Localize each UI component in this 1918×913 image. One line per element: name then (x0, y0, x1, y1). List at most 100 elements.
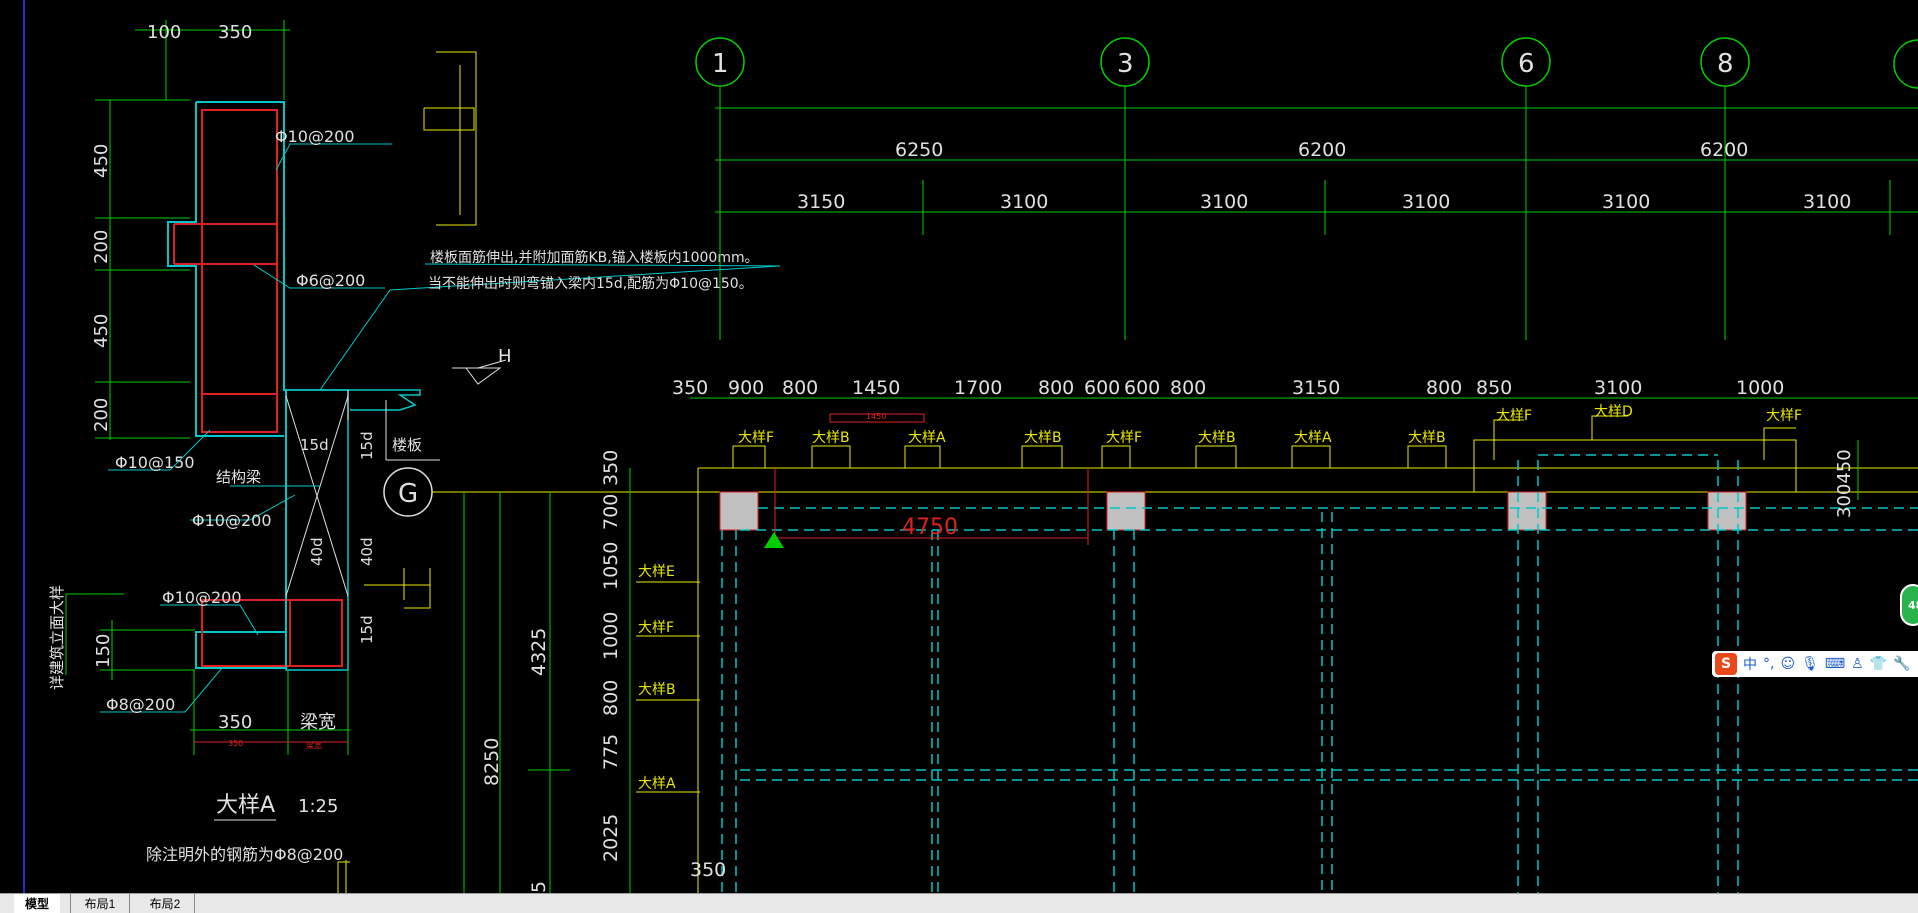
dim-350-bottom: 350 (218, 712, 252, 733)
label-15d-a: 15d (300, 436, 329, 454)
tag-side-4[interactable]: 大样A (638, 776, 676, 792)
axis-bubble-1[interactable]: 1 (695, 37, 745, 87)
tag-top-4[interactable]: 大样B (1024, 430, 1062, 446)
tag-top-11[interactable]: 大样F (1766, 408, 1802, 424)
dim-3100-d: 3100 (1602, 191, 1650, 213)
tab-model[interactable]: 模型 (14, 894, 60, 913)
rebar-label-5: Φ10@200 (162, 588, 242, 607)
tab-layout2[interactable]: 布局2 (136, 894, 195, 913)
svg-text:1: 1 (712, 49, 729, 79)
svg-text:6: 6 (1518, 49, 1535, 79)
vdim-1050: 1050 (600, 542, 622, 590)
vdim-800: 800 (600, 680, 622, 716)
label-40d-a: 40d (308, 537, 326, 566)
rebar-label-2: Φ6@200 (296, 271, 365, 290)
tag-top-6[interactable]: 大样B (1198, 430, 1236, 446)
dim-3100-a: 3100 (1000, 191, 1048, 213)
detail-scale: 1:25 (298, 796, 338, 817)
axis-bubble-8[interactable]: 8 (1700, 37, 1750, 87)
dim-r3-600b: 600 (1124, 377, 1160, 399)
column-8[interactable] (1707, 491, 1747, 531)
column-6[interactable] (1507, 491, 1547, 531)
tag-top-2[interactable]: 大样B (812, 430, 850, 446)
cad-model-space[interactable]: 100 350 450 200 450 200 Φ10@200 Φ6@200 Φ… (0, 0, 1918, 893)
dim-3100-c: 3100 (1402, 191, 1450, 213)
dim-100: 100 (147, 22, 181, 43)
vdim-2025: 2025 (600, 814, 622, 862)
skin-icon[interactable]: 👕 (1870, 656, 1887, 672)
dim-3100-b: 3100 (1200, 191, 1248, 213)
dim-r3-1000: 1000 (1736, 377, 1784, 399)
dim-small-beam: 梁宽 (306, 740, 322, 750)
ime-lang-toggle[interactable]: 中 (1743, 654, 1757, 674)
note-line-2: 当不能伸出时则弯锚入梁内15d,配筋为Φ10@150。 (428, 275, 753, 292)
dim-150: 150 (93, 634, 114, 668)
dim-r3-800a: 800 (782, 377, 818, 399)
column-3[interactable] (1106, 491, 1146, 531)
detail-title: 大样A (216, 793, 275, 818)
tag-top-9[interactable]: 大样F (1496, 408, 1532, 424)
grip-marker[interactable] (764, 532, 784, 548)
column-1[interactable] (719, 491, 759, 531)
tag-side-1[interactable]: 大样E (638, 564, 675, 580)
dim-r3-800d: 800 (1426, 377, 1462, 399)
microphone-icon[interactable]: 🎙 (1801, 656, 1819, 672)
dim-r3-900: 900 (728, 377, 764, 399)
axis-bubble-3[interactable]: 3 (1100, 37, 1150, 87)
dim-6200-b: 6200 (1700, 139, 1748, 161)
tag-top-8[interactable]: 大样B (1408, 430, 1446, 446)
label-struct-beam: 结构梁 (216, 468, 261, 486)
tag-top-5[interactable]: 大样F (1106, 430, 1142, 446)
right-vertical-dim: 300450 (1834, 449, 1855, 518)
vdim-350: 350 (600, 450, 622, 486)
rebar-label-4: Φ10@200 (192, 511, 272, 530)
vdim-1000: 1000 (600, 612, 622, 660)
wrench-icon[interactable]: 🔧 (1893, 656, 1910, 672)
dim-r3-3100: 3100 (1594, 377, 1642, 399)
detail-a: 100 350 450 200 450 200 Φ10@200 Φ6@200 Φ… (48, 20, 781, 893)
dim-r3-1450: 1450 (852, 377, 900, 399)
tab-layout1[interactable]: 布局1 (70, 894, 130, 913)
badge-count: 48 (1908, 598, 1918, 612)
ime-toolbar[interactable]: S 中 °, ☺ 🎙 ⌨ ♙ 👕 🔧 (1712, 651, 1918, 677)
label-slab: 楼板 (392, 436, 422, 454)
dim-3150: 3150 (797, 191, 845, 213)
svg-text:3: 3 (1117, 49, 1134, 79)
dim-small-1450: 1450 (866, 412, 886, 421)
bottom-note: 除注明外的钢筋为Φ8@200 (146, 845, 343, 864)
dim-r3-850: 850 (1476, 377, 1512, 399)
dim-r3-350: 350 (672, 377, 708, 399)
dim-6200-a: 6200 (1298, 139, 1346, 161)
vdim-700: 700 (600, 494, 622, 530)
dim-r3-800c: 800 (1170, 377, 1206, 399)
svg-text:G: G (398, 479, 418, 509)
axis-bubble-6[interactable]: 6 (1501, 37, 1551, 87)
dim-350-top: 350 (218, 22, 252, 43)
tag-top-3[interactable]: 大样A (908, 430, 946, 446)
dim-450-b: 450 (91, 314, 112, 348)
layout-tab-bar: 模型 布局1 布局2 (0, 893, 1918, 913)
keyboard-icon[interactable]: ⌨ (1825, 656, 1845, 672)
rebar-label-1: Φ10@200 (275, 127, 355, 146)
tag-top-10[interactable]: 大样D (1594, 404, 1633, 420)
sogou-logo-icon[interactable]: S (1715, 653, 1737, 675)
note-line-1: 楼板面筋伸出,并附加面筋KB,锚入楼板内1000mm。 (430, 249, 759, 266)
dim-450-a: 450 (91, 144, 112, 178)
dim-200-b: 200 (91, 398, 112, 432)
emoji-icon[interactable]: ☺ (1780, 656, 1795, 672)
dim-r3-1700: 1700 (954, 377, 1002, 399)
label-40d-b: 40d (358, 537, 376, 566)
label-15d-b: 15d (358, 431, 376, 460)
notification-badge[interactable]: 48 (1900, 584, 1918, 626)
label-h: H (498, 346, 512, 367)
tag-top-7[interactable]: 大样A (1294, 430, 1332, 446)
tag-side-2[interactable]: 大样F (638, 620, 674, 636)
dim-r3-600a: 600 (1084, 377, 1120, 399)
ime-punct-toggle[interactable]: °, (1763, 656, 1774, 672)
vertical-label: 详建筑立面大样 (48, 585, 66, 690)
user-icon[interactable]: ♙ (1851, 656, 1864, 672)
tag-top-1[interactable]: 大样F (738, 430, 774, 446)
tag-side-3[interactable]: 大样B (638, 682, 676, 698)
dim-3100-e: 3100 (1803, 191, 1851, 213)
axis-bubble-g[interactable]: G (383, 467, 433, 517)
